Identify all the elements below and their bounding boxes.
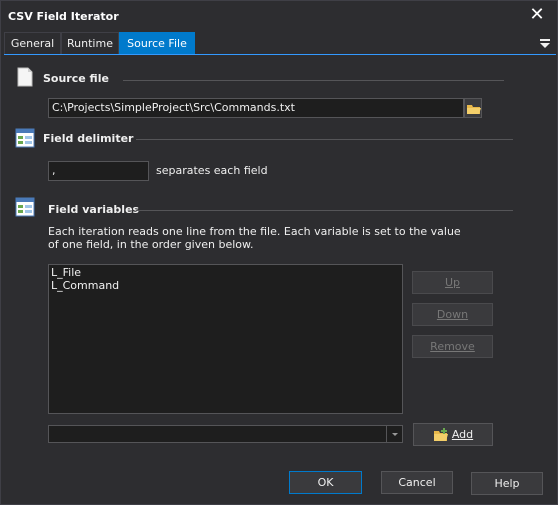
tab-bar: General Runtime Source File <box>4 32 556 55</box>
tab-general[interactable]: General <box>4 32 61 54</box>
dialog-window: CSV Field Iterator ✕ General Runtime Sou… <box>0 0 558 505</box>
folder-add-icon <box>433 428 448 441</box>
form-icon <box>15 197 35 217</box>
tab-menu-icon[interactable] <box>539 37 551 49</box>
cancel-button[interactable]: Cancel <box>381 471 453 494</box>
field-variables-description-line1: Each iteration reads one line from the f… <box>48 225 461 238</box>
help-button[interactable]: Help <box>471 472 543 495</box>
down-button[interactable]: Down <box>412 303 493 326</box>
form-icon <box>15 128 35 148</box>
combo-arrow[interactable] <box>386 426 402 442</box>
list-item[interactable]: L_Command <box>49 279 402 292</box>
list-item[interactable]: L_File <box>49 266 402 279</box>
up-button-label: Up <box>444 276 461 289</box>
tab-source-file[interactable]: Source File <box>119 32 195 54</box>
field-delimiter-divider <box>136 139 513 140</box>
close-icon[interactable]: ✕ <box>527 5 547 25</box>
tab-runtime[interactable]: Runtime <box>61 32 119 54</box>
source-file-title: Source file <box>43 72 109 85</box>
down-button-label: Down <box>436 308 469 321</box>
field-variables-title: Field variables <box>48 203 140 216</box>
up-button[interactable]: Up <box>412 271 493 294</box>
remove-button-label: Remove <box>430 340 475 353</box>
remove-button[interactable]: Remove <box>412 335 493 358</box>
variables-listbox[interactable]: L_File L_Command <box>48 264 403 414</box>
source-file-path-input[interactable]: C:\Projects\SimpleProject\Src\Commands.t… <box>48 98 464 118</box>
delimiter-suffix-label: separates each field <box>156 164 268 177</box>
delimiter-input[interactable]: , <box>48 161 149 181</box>
field-variables-divider <box>136 210 513 211</box>
add-button[interactable]: Add <box>413 423 493 446</box>
browse-button[interactable] <box>464 98 482 118</box>
title-bar: CSV Field Iterator ✕ <box>1 1 557 31</box>
ok-button[interactable]: OK <box>289 471 362 494</box>
field-delimiter-title: Field delimiter <box>43 132 134 145</box>
document-icon <box>17 67 33 87</box>
folder-icon <box>467 105 481 114</box>
chevron-down-icon <box>392 433 398 436</box>
field-variables-description-line2: of one field, in the order given below. <box>48 238 254 251</box>
window-title: CSV Field Iterator <box>8 10 119 23</box>
source-file-divider <box>123 80 504 81</box>
add-button-label: Add <box>451 428 474 441</box>
variable-select[interactable] <box>48 425 403 443</box>
